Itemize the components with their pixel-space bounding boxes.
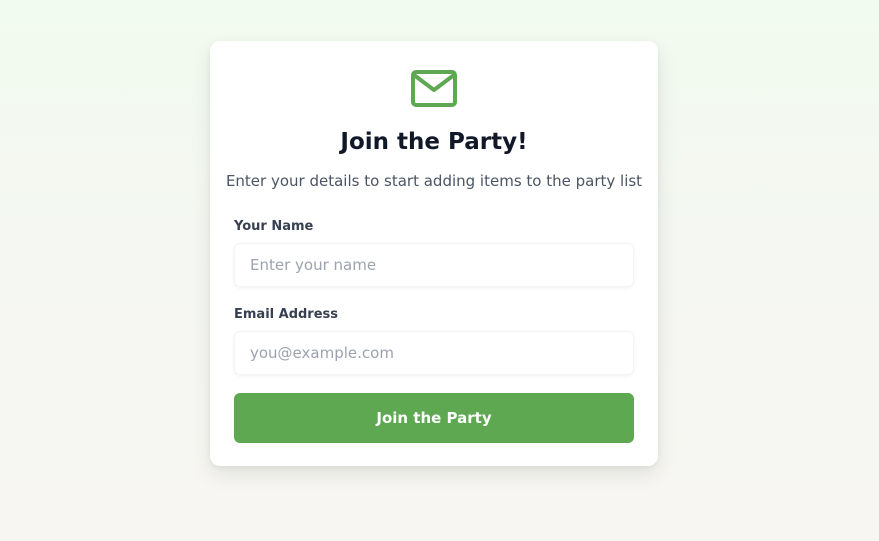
email-input[interactable] [234, 331, 634, 375]
join-party-button[interactable]: Join the Party [234, 393, 634, 443]
join-card: Join the Party! Enter your details to st… [210, 41, 658, 466]
name-label: Your Name [234, 219, 314, 234]
page-title: Join the Party! [340, 129, 528, 155]
name-input[interactable] [234, 243, 634, 287]
email-label: Email Address [234, 307, 339, 322]
mail-icon [410, 69, 458, 109]
page-subtitle: Enter your details to start adding items… [225, 172, 643, 190]
